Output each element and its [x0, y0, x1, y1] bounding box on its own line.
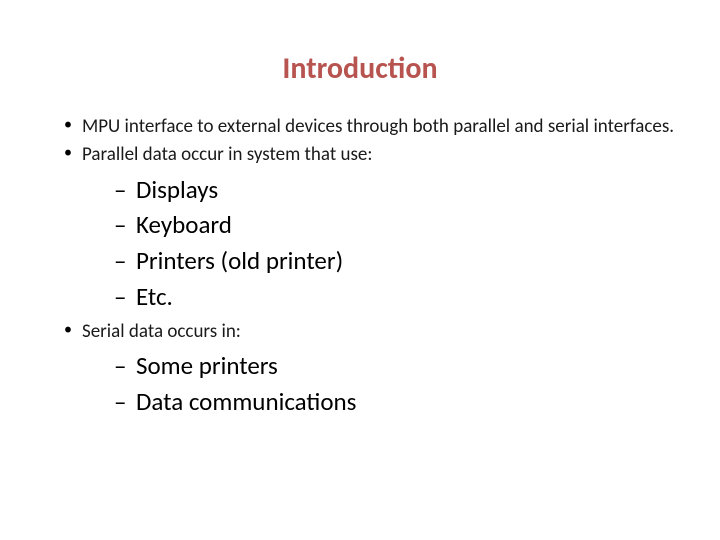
bullet-list: MPU interface to external devices throug… — [40, 115, 680, 419]
slide: Introduction MPU interface to external d… — [0, 0, 720, 540]
sub-bullet-item: Printers (old printer) — [114, 244, 680, 278]
bullet-item: MPU interface to external devices throug… — [64, 115, 680, 139]
sub-bullet-text: Displays — [136, 174, 218, 205]
sub-bullet-text: Etc. — [136, 281, 173, 312]
bullet-item: Parallel data occur in system that use: … — [64, 143, 680, 314]
sub-bullet-item: Etc. — [114, 280, 680, 314]
sub-bullet-text: Some printers — [136, 350, 278, 381]
sub-bullet-item: Displays — [114, 173, 680, 207]
bullet-item: Serial data occurs in: Some printers Dat… — [64, 320, 680, 419]
bullet-text: Parallel data occur in system that use: — [82, 143, 372, 166]
sub-bullet-item: Data communications — [114, 385, 680, 419]
sub-bullet-item: Keyboard — [114, 208, 680, 242]
sub-bullet-item: Some printers — [114, 349, 680, 383]
slide-title: Introduction — [40, 50, 680, 87]
sub-bullet-list: Some printers Data communications — [82, 349, 680, 419]
bullet-text: MPU interface to external devices throug… — [82, 115, 674, 138]
sub-bullet-text: Printers (old printer) — [136, 245, 343, 276]
bullet-text: Serial data occurs in: — [82, 320, 241, 343]
sub-bullet-list: Displays Keyboard Printers (old printer)… — [82, 173, 680, 314]
sub-bullet-text: Data communications — [136, 386, 356, 417]
sub-bullet-text: Keyboard — [136, 209, 232, 240]
